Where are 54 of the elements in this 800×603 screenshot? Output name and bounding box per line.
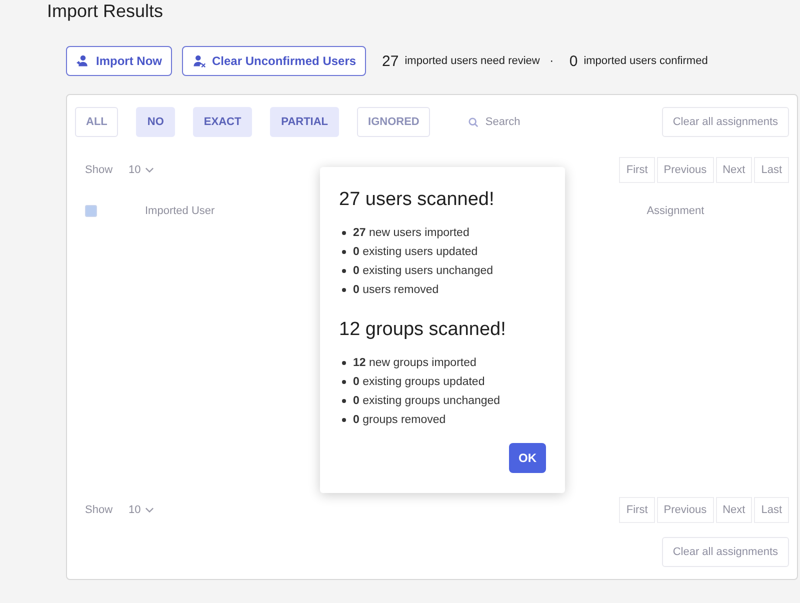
chevron-down-icon xyxy=(144,507,154,513)
bullet-icon xyxy=(342,418,346,422)
result-line: 12 new groups imported xyxy=(353,356,476,368)
filter-button[interactable]: NO xyxy=(136,107,175,137)
result-line: 0 existing users updated xyxy=(353,246,478,258)
dialog-heading: 27 users scanned! xyxy=(339,189,496,211)
filter-button[interactable]: PARTIAL xyxy=(270,107,340,137)
filter-button[interactable]: ALL xyxy=(75,107,118,137)
clear-assignments-button[interactable]: Clear all assignments xyxy=(662,537,789,567)
result-line: 27 new users imported xyxy=(353,226,470,238)
bullet-icon xyxy=(342,230,346,234)
clear-unconfirmed-button[interactable]: Clear Unconfirmed Users xyxy=(182,46,366,76)
pager-button[interactable]: Previous xyxy=(656,497,714,523)
pager-button[interactable]: Next xyxy=(716,497,752,523)
review-label: imported users need review xyxy=(404,55,540,67)
user-import-icon xyxy=(76,54,90,68)
column-header: Assignment xyxy=(646,205,704,217)
filter-button[interactable]: EXACT xyxy=(192,107,252,137)
select-all-checkbox[interactable] xyxy=(85,205,97,217)
bullet-icon xyxy=(342,398,346,402)
result-line: 0 existing groups unchanged xyxy=(353,394,500,406)
page-size-select[interactable]: 10 xyxy=(122,503,160,517)
filter-button[interactable]: IGNORED xyxy=(357,107,430,137)
dialog-heading: 12 groups scanned! xyxy=(339,319,507,341)
result-line: 0 existing groups updated xyxy=(353,376,485,388)
review-count: 27 xyxy=(382,52,399,70)
chevron-down-icon xyxy=(144,167,154,173)
pager-button[interactable]: First xyxy=(619,497,655,523)
pager-button[interactable]: First xyxy=(619,157,655,183)
separator-dot: · xyxy=(550,54,554,68)
bullet-icon xyxy=(342,268,346,272)
user-remove-icon xyxy=(192,54,206,68)
show-label: Show xyxy=(85,504,113,516)
page-size-select[interactable]: 10 xyxy=(122,163,160,177)
result-line: 0 groups removed xyxy=(353,414,446,426)
clear-assignments-button[interactable]: Clear all assignments xyxy=(662,107,789,137)
show-label: Show xyxy=(85,164,113,176)
search-icon xyxy=(468,116,480,128)
pager-button[interactable]: Last xyxy=(754,157,789,183)
bullet-icon xyxy=(342,360,346,364)
bullet-icon xyxy=(342,250,346,254)
pager-button[interactable]: Previous xyxy=(656,157,714,183)
result-line: 0 users removed xyxy=(353,284,439,296)
confirmed-count: 0 xyxy=(569,52,578,70)
ok-button[interactable]: OK xyxy=(509,443,546,473)
column-header: Imported User xyxy=(145,205,215,217)
page-title: Import Results xyxy=(47,0,164,22)
bullet-icon xyxy=(342,288,346,292)
import-now-button[interactable]: Import Now xyxy=(66,46,172,76)
pager-button[interactable]: Last xyxy=(754,497,789,523)
pager-button[interactable]: Next xyxy=(716,157,752,183)
bullet-icon xyxy=(342,380,346,384)
result-line: 0 existing users unchanged xyxy=(353,264,494,276)
confirmed-label: imported users confirmed xyxy=(584,55,708,67)
